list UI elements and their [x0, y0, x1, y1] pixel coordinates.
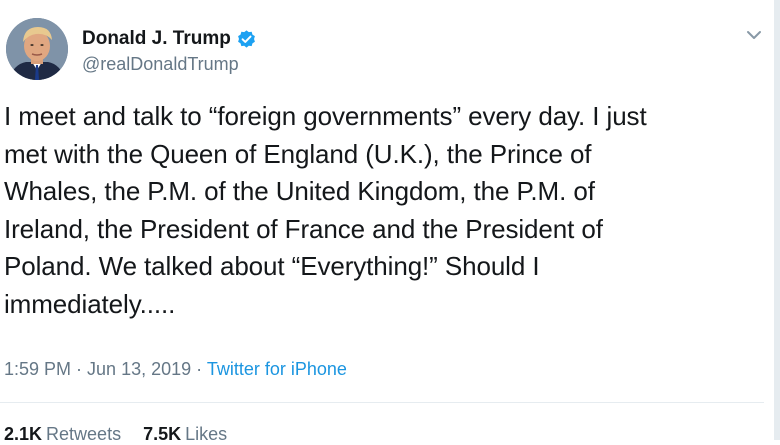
author-display-name[interactable]: Donald J. Trump — [82, 28, 231, 50]
scrollbar-track — [774, 0, 780, 440]
tweet-text: I meet and talk to “foreign governments”… — [4, 98, 764, 323]
retweets-count: 2.1K — [4, 424, 43, 444]
meta-separator: · — [71, 359, 88, 379]
avatar[interactable] — [6, 18, 68, 80]
avatar-portrait-icon — [6, 18, 68, 80]
verified-badge-icon — [236, 29, 257, 50]
meta-separator: · — [191, 359, 207, 379]
tweet-date[interactable]: Jun 13, 2019 — [87, 359, 191, 379]
retweets-label: Retweets — [46, 424, 122, 444]
author-handle[interactable]: @realDonaldTrump — [82, 54, 239, 75]
tweet-text-line: I meet and talk to “foreign governments”… — [4, 101, 647, 131]
tweet-text-line: Whales, the P.M. of the United Kingdom, … — [4, 176, 595, 206]
tweet-text-line: met with the Queen of England (U.K.), th… — [4, 138, 592, 169]
tweet-source-link[interactable]: Twitter for iPhone — [207, 359, 347, 379]
likes-count: 7.5K — [143, 424, 182, 444]
tweet-stats: 2.1K Retweets 7.5K Likes — [4, 424, 249, 445]
chevron-down-icon[interactable] — [745, 28, 763, 42]
tweet-metadata: 1:59 PM · Jun 13, 2019 · Twitter for iPh… — [4, 359, 347, 380]
tweet-text-line: immediately..... — [4, 288, 176, 319]
tweet-card: Donald J. Trump @realDonaldTrump I meet … — [0, 0, 780, 444]
retweets-stat[interactable]: 2.1K Retweets — [4, 424, 121, 444]
tweet-text-line: Poland. We talked about “Everything!” Sh… — [4, 251, 540, 281]
likes-stat[interactable]: 7.5K Likes — [143, 424, 227, 444]
tweet-text-line: Ireland, the President of France and the… — [4, 213, 603, 244]
author-name-row[interactable]: Donald J. Trump — [82, 27, 257, 51]
tweet-time[interactable]: 1:59 PM — [4, 359, 71, 379]
likes-label: Likes — [185, 424, 228, 444]
divider — [0, 402, 764, 403]
